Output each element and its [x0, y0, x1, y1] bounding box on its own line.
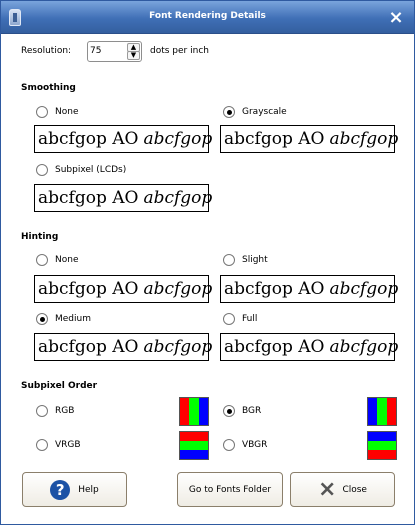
blue-stripe	[368, 398, 378, 425]
preview-regular-text: abcfgop AO	[38, 337, 139, 357]
preview-regular-text: abcfgop AO	[38, 279, 139, 299]
subpixel-vrgb-label: VRGB	[55, 440, 81, 450]
preview-italic-text: abcfgop	[143, 188, 213, 208]
preview-italic-text: abcfgop	[329, 279, 399, 299]
red-stripe	[368, 450, 396, 459]
preview-regular-text: abcfgop AO	[224, 337, 325, 357]
help-button-label: Help	[78, 484, 99, 495]
help-icon: ?	[50, 479, 71, 500]
preview-regular-text: abcfgop AO	[224, 279, 325, 299]
subpixel-vrgb-option[interactable]: VRGB	[36, 439, 81, 451]
subpixel-bgr-option[interactable]: BGR	[223, 405, 261, 417]
hinting-medium-option[interactable]: Medium	[36, 313, 91, 325]
smoothing-subpixel-label: Subpixel (LCDs)	[55, 165, 127, 175]
help-button[interactable]: ? Help	[22, 472, 127, 507]
radio-button-icon[interactable]	[36, 254, 48, 266]
font-rendering-dialog: Font Rendering Details × Resolution: 75 …	[0, 0, 415, 525]
preview-regular-text: abcfgop AO	[224, 129, 325, 149]
smoothing-none-preview: abcfgop AO abcfgop	[34, 125, 213, 153]
hinting-slight-label: Slight	[242, 255, 268, 265]
smoothing-subpixel-preview: abcfgop AO abcfgop	[34, 184, 213, 212]
smoothing-none-option[interactable]: None	[36, 106, 78, 118]
subpixel-bgr-label: BGR	[242, 406, 262, 416]
blue-stripe	[180, 450, 208, 459]
radio-button-icon[interactable]	[223, 313, 235, 325]
go-to-fonts-folder-button[interactable]: Go to Fonts Folder	[177, 472, 283, 507]
hinting-medium-preview: abcfgop AO abcfgop	[34, 333, 213, 361]
radio-button-icon[interactable]	[36, 164, 48, 176]
rgb-swatch-icon	[179, 397, 209, 426]
preview-italic-text: abcfgop	[143, 337, 213, 357]
hinting-full-option[interactable]: Full	[223, 313, 257, 325]
subpixel-vbgr-option[interactable]: VBGR	[223, 439, 267, 451]
hinting-slight-preview: abcfgop AO abcfgop	[220, 275, 399, 303]
resolution-unit: dots per inch	[150, 46, 209, 56]
hinting-none-option[interactable]: None	[36, 254, 78, 266]
hinting-medium-label: Medium	[55, 314, 91, 324]
hinting-none-label: None	[55, 255, 79, 265]
hinting-full-label: Full	[242, 314, 258, 324]
smoothing-none-label: None	[55, 107, 79, 117]
spin-down-icon[interactable]: ▼	[127, 51, 140, 60]
go-to-fonts-folder-label: Go to Fonts Folder	[188, 484, 272, 495]
subpixel-vbgr-label: VBGR	[242, 440, 268, 450]
green-stripe	[368, 441, 396, 450]
radio-button-icon[interactable]	[223, 254, 235, 266]
red-stripe	[386, 398, 396, 425]
radio-button-icon[interactable]	[36, 313, 48, 325]
smoothing-header: Smoothing	[21, 83, 76, 93]
vrgb-swatch-icon	[179, 431, 209, 460]
smoothing-subpixel-option[interactable]: Subpixel (LCDs)	[36, 164, 126, 176]
green-stripe	[189, 398, 199, 425]
red-stripe	[180, 432, 208, 441]
green-stripe	[180, 441, 208, 450]
dialog-content: Resolution: 75 ▲ ▼ dots per inch Smoothi…	[1, 35, 414, 525]
close-window-icon[interactable]: ×	[387, 9, 405, 27]
radio-button-icon[interactable]	[36, 106, 48, 118]
hinting-header: Hinting	[21, 232, 59, 242]
close-button-label: Close	[342, 484, 367, 495]
radio-button-icon[interactable]	[36, 405, 48, 417]
radio-button-icon[interactable]	[223, 106, 235, 118]
preview-italic-text: abcfgop	[143, 129, 213, 149]
resolution-value[interactable]: 75	[90, 46, 101, 56]
close-button[interactable]: × Close	[290, 472, 395, 507]
preview-regular-text: abcfgop AO	[38, 129, 139, 149]
radio-button-icon[interactable]	[36, 439, 48, 451]
green-stripe	[377, 398, 387, 425]
window-title: Font Rendering Details	[149, 11, 266, 21]
vbgr-swatch-icon	[367, 431, 397, 460]
smoothing-grayscale-preview: abcfgop AO abcfgop	[220, 125, 399, 153]
preview-regular-text: abcfgop AO	[38, 188, 139, 208]
hinting-slight-option[interactable]: Slight	[223, 254, 268, 266]
resolution-spinbutton[interactable]: 75 ▲ ▼	[87, 41, 142, 62]
radio-button-icon[interactable]	[223, 405, 235, 417]
hinting-full-preview: abcfgop AO abcfgop	[220, 333, 399, 361]
red-stripe	[180, 398, 190, 425]
preview-italic-text: abcfgop	[329, 337, 399, 357]
blue-stripe	[368, 432, 396, 441]
smoothing-grayscale-option[interactable]: Grayscale	[223, 106, 287, 118]
radio-button-icon[interactable]	[223, 439, 235, 451]
subpixel-rgb-option[interactable]: RGB	[36, 405, 74, 417]
title-bar[interactable]: Font Rendering Details ×	[1, 1, 414, 34]
smoothing-grayscale-label: Grayscale	[242, 107, 287, 117]
resolution-label: Resolution:	[21, 46, 72, 56]
subpixel-order-header: Subpixel Order	[21, 381, 98, 391]
subpixel-rgb-label: RGB	[55, 406, 75, 416]
bgr-swatch-icon	[367, 397, 397, 426]
blue-stripe	[198, 398, 208, 425]
hinting-none-preview: abcfgop AO abcfgop	[34, 275, 213, 303]
preview-italic-text: abcfgop	[329, 129, 399, 149]
preview-italic-text: abcfgop	[143, 279, 213, 299]
close-icon: ×	[318, 476, 337, 502]
